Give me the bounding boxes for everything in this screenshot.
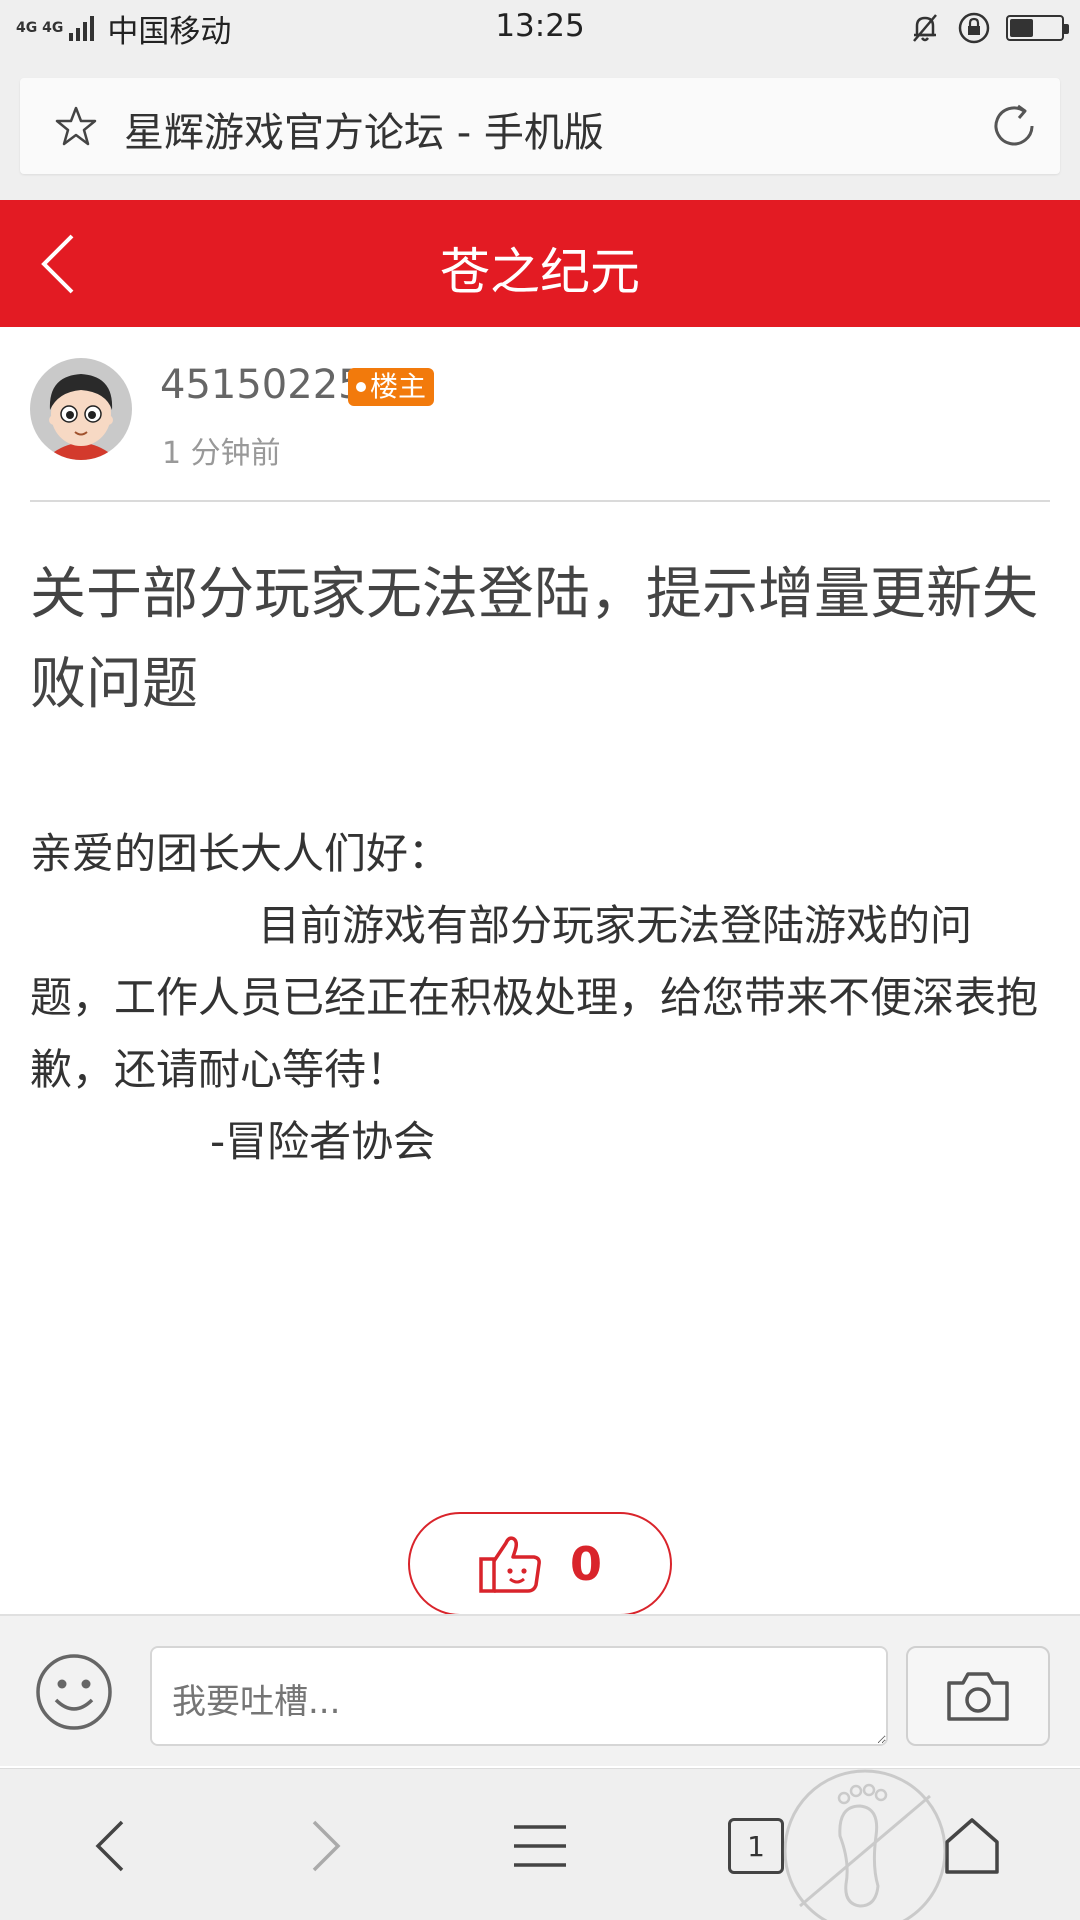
comment-bar <box>0 1614 1080 1766</box>
avatar[interactable] <box>30 358 132 460</box>
browser-toolbar: 星辉游戏官方论坛 - 手机版 <box>0 56 1080 200</box>
mute-bell-icon <box>913 14 937 42</box>
home-icon <box>945 1818 999 1874</box>
nav-menu-button[interactable] <box>500 1811 580 1881</box>
address-bar[interactable]: 星辉游戏官方论坛 - 手机版 <box>20 78 1060 174</box>
like-count: 0 <box>569 1537 602 1591</box>
post-greeting: 亲爱的团长大人们好： <box>30 829 451 878</box>
forward-icon <box>312 1820 341 1872</box>
post-paragraph: 目前游戏有部分玩家无法登陆游戏的问题，工作人员已经正在积极处理，给您带来不便深表… <box>30 901 1039 1094</box>
emoji-icon[interactable] <box>34 1652 114 1732</box>
star-icon[interactable] <box>54 104 98 148</box>
comment-input[interactable] <box>150 1646 888 1746</box>
avatar-image <box>30 358 132 460</box>
divider <box>30 500 1050 502</box>
op-badge: 楼主 <box>348 368 435 406</box>
thumbs-up-icon <box>479 1536 541 1593</box>
tab-count: 1 <box>728 1818 784 1874</box>
back-icon <box>95 1820 124 1872</box>
status-right <box>908 8 1069 48</box>
forum-header: 苍之纪元 <box>0 200 1080 327</box>
rotation-lock-icon <box>958 12 990 44</box>
battery-icon <box>1006 15 1069 41</box>
post-time: 1 分钟前 <box>162 436 281 471</box>
post-signature: -冒险者协会 <box>210 1117 436 1166</box>
author-name[interactable]: 45150225 <box>160 362 364 408</box>
camera-icon <box>947 1672 1009 1721</box>
menu-icon <box>514 1825 566 1867</box>
post-body: 亲爱的团长大人们好： 目前游戏有部分玩家无法登陆游戏的问题，工作人员已经正在积极… <box>30 818 1050 1178</box>
post-title: 关于部分玩家无法登陆，提示增量更新失败问题 <box>30 562 1038 717</box>
nav-forward-button[interactable] <box>286 1811 366 1881</box>
like-button[interactable]: 0 <box>408 1512 672 1616</box>
footprint-watermark-icon <box>780 1766 950 1920</box>
nav-back-button[interactable] <box>70 1811 150 1881</box>
refresh-icon[interactable] <box>988 100 1040 152</box>
status-bar: 4G 4G 中国移动 13:25 <box>0 0 1080 56</box>
camera-button[interactable] <box>906 1646 1050 1746</box>
forum-title: 苍之纪元 <box>440 243 640 301</box>
battery-level <box>1010 19 1033 37</box>
page-title[interactable]: 星辉游戏官方论坛 - 手机版 <box>124 100 604 158</box>
